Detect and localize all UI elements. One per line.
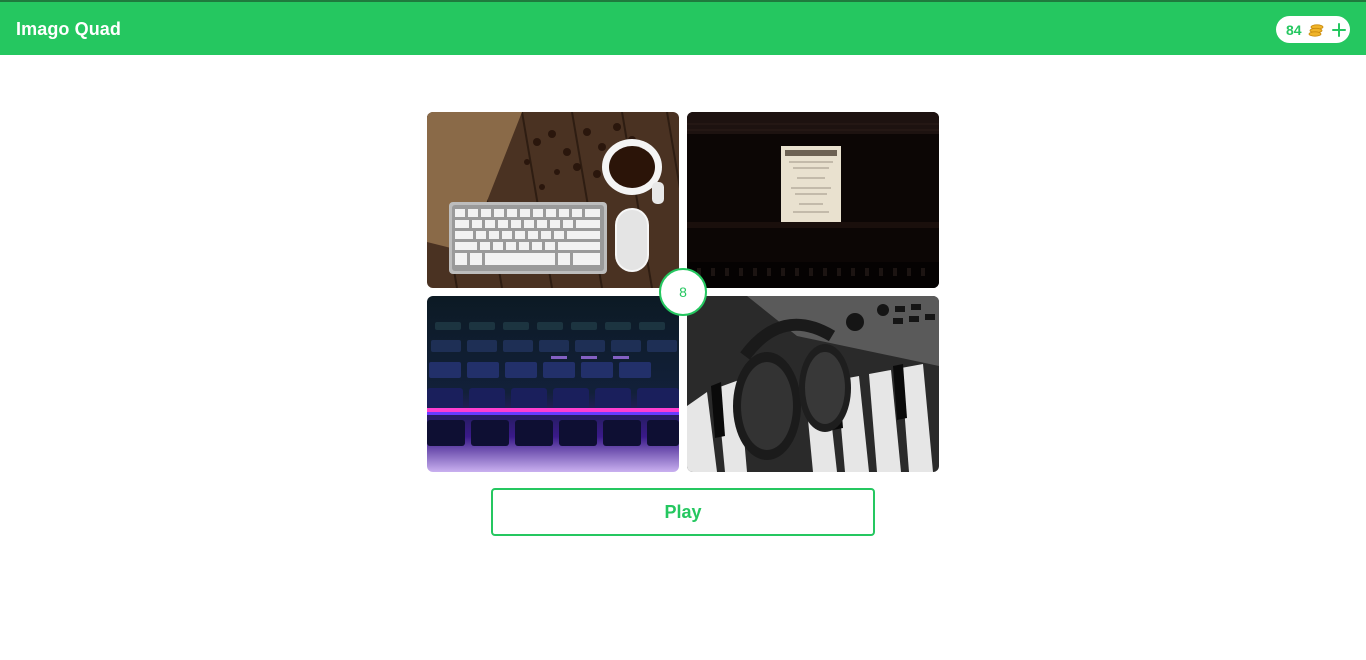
puzzle-image-rgb-keyboard[interactable]: [427, 296, 679, 472]
coin-count: 84: [1286, 21, 1302, 38]
puzzle-image-keyboard-coffee[interactable]: [427, 112, 679, 288]
coin-stack-icon: [1308, 23, 1323, 37]
app-title: Imago Quad: [16, 19, 122, 39]
letter-count-badge: 8: [659, 268, 707, 316]
play-button[interactable]: Play: [491, 488, 875, 536]
top-bar: Imago Quad 84: [0, 0, 1366, 55]
coin-balance: 84: [1276, 16, 1350, 43]
puzzle-image-headphones-piano[interactable]: [687, 296, 939, 472]
add-coins-plus-icon[interactable]: [1331, 22, 1346, 37]
puzzle-image-sheet-music-piano[interactable]: [687, 112, 939, 288]
